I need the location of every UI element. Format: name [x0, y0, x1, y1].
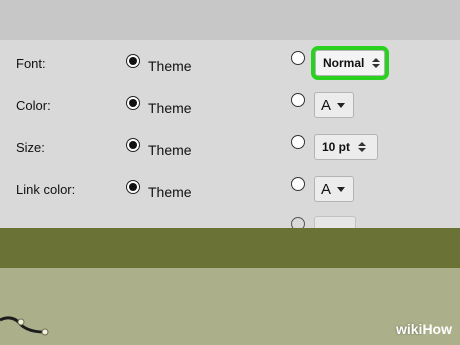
link-color-letter: A: [321, 180, 332, 198]
top-strip: [0, 0, 460, 40]
font-select-value: Normal: [323, 56, 365, 70]
font-theme-label: Theme: [148, 58, 192, 74]
font-label: Font:: [16, 56, 46, 71]
size-theme-radio[interactable]: [126, 138, 140, 152]
font-row: Font: Theme Normal: [0, 44, 460, 84]
updown-arrows-icon: [358, 142, 367, 152]
wikihow-watermark: wikiHow: [396, 321, 452, 337]
background-band: [0, 228, 460, 268]
color-custom-radio[interactable]: [291, 93, 305, 107]
size-custom-radio[interactable]: [291, 135, 305, 149]
font-theme-radio[interactable]: [126, 54, 140, 68]
size-label: Size:: [16, 140, 45, 155]
link-color-row: Link color: Theme A: [0, 170, 460, 210]
link-color-theme-label: Theme: [148, 184, 192, 200]
size-select[interactable]: 10 pt: [314, 134, 378, 160]
font-settings-panel: Font: Theme Normal Color: Theme A Size: …: [0, 40, 460, 228]
watermark-suffix: How: [422, 321, 452, 337]
text-color-letter: A: [321, 96, 332, 114]
partial-control: [314, 216, 356, 228]
size-theme-label: Theme: [148, 142, 192, 158]
link-color-custom-radio[interactable]: [291, 177, 305, 191]
color-theme-label: Theme: [148, 100, 192, 116]
caret-down-icon: [337, 102, 346, 108]
size-row: Size: Theme 10 pt: [0, 128, 460, 168]
caret-down-icon: [337, 186, 346, 192]
link-color-label: Link color:: [16, 182, 76, 197]
updown-arrows-icon: [372, 58, 381, 68]
font-custom-radio[interactable]: [291, 51, 305, 65]
link-color-theme-radio[interactable]: [126, 180, 140, 194]
text-color-picker[interactable]: A: [314, 92, 354, 118]
vine-decoration-icon: [0, 316, 49, 336]
size-select-value: 10 pt: [322, 140, 351, 154]
font-select[interactable]: Normal: [311, 46, 389, 80]
link-color-picker[interactable]: A: [314, 176, 354, 202]
partial-radio: [291, 217, 305, 228]
watermark-brand: wiki: [395, 321, 423, 337]
color-theme-radio[interactable]: [126, 96, 140, 110]
color-label: Color:: [16, 98, 51, 113]
color-row: Color: Theme A: [0, 86, 460, 126]
